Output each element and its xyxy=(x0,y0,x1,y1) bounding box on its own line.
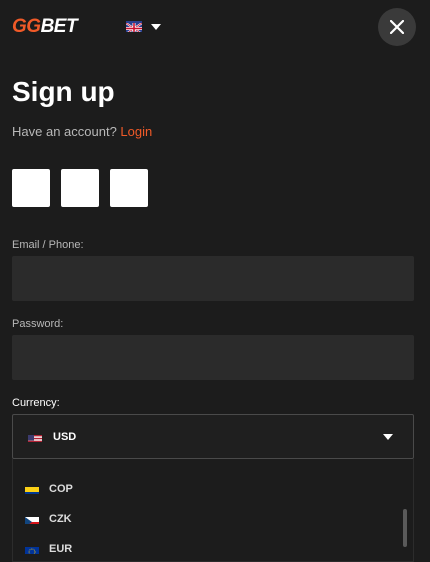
czech-flag-icon xyxy=(25,514,39,524)
ggbet-logo[interactable]: GGBET xyxy=(12,16,78,38)
login-link[interactable]: Login xyxy=(120,124,152,139)
page-title: Sign up xyxy=(12,76,115,107)
logo-gg: GG xyxy=(12,16,41,37)
account-prompt: Have an account? Login xyxy=(12,124,152,139)
chevron-down-icon xyxy=(151,23,161,30)
eu-flag-icon xyxy=(25,544,39,554)
social-login-button-3[interactable] xyxy=(110,169,148,207)
currency-option-czk[interactable]: CZK xyxy=(25,509,72,529)
us-flag-icon xyxy=(28,432,42,442)
currency-option-eur[interactable]: EUR xyxy=(25,539,72,559)
password-label: Password: xyxy=(12,318,64,330)
currency-option-label: EUR xyxy=(49,543,73,555)
colombia-flag-icon xyxy=(25,484,39,494)
currency-select[interactable]: USD xyxy=(12,414,414,459)
header: GGBET xyxy=(0,0,430,56)
social-login-button-2[interactable] xyxy=(61,169,99,207)
social-login-button-1[interactable] xyxy=(12,169,50,207)
email-label: Email / Phone: xyxy=(12,239,84,251)
dropdown-scrollbar[interactable] xyxy=(403,509,407,547)
language-selector[interactable] xyxy=(126,21,161,32)
currency-option-label: CZK xyxy=(49,513,72,525)
close-icon xyxy=(390,20,404,34)
close-button[interactable] xyxy=(378,8,416,46)
currency-label: Currency: xyxy=(12,397,60,409)
email-field[interactable] xyxy=(12,256,414,301)
currency-dropdown: COP CZK EUR xyxy=(12,459,414,562)
password-field[interactable] xyxy=(12,335,414,380)
logo-bet: BET xyxy=(40,16,78,37)
account-prompt-text: Have an account? xyxy=(12,124,121,139)
currency-option-cop[interactable]: COP xyxy=(25,479,73,499)
chevron-down-icon xyxy=(383,434,393,440)
currency-option-label: COP xyxy=(49,483,73,495)
uk-flag-icon xyxy=(126,21,142,32)
currency-selected-value: USD xyxy=(53,430,77,443)
